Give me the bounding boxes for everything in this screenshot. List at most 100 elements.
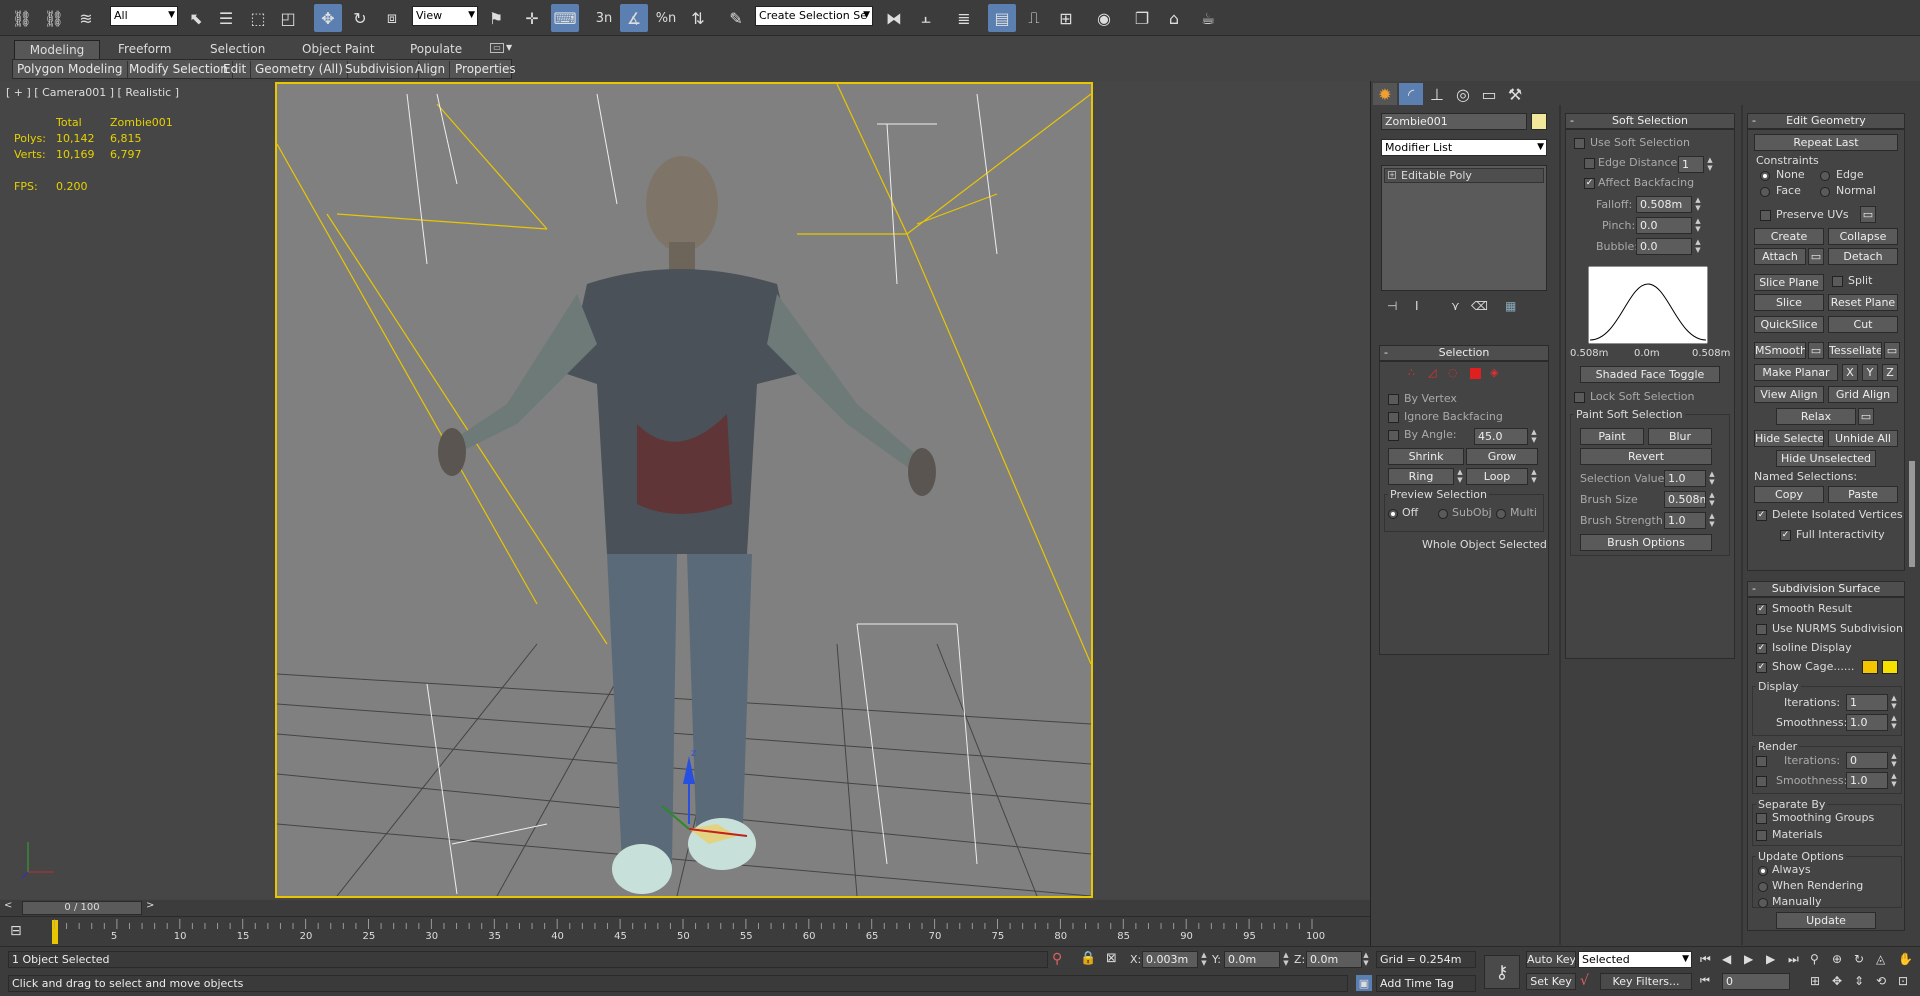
unlink-selection-icon[interactable]: ⛓ — [40, 4, 68, 32]
go-to-start-icon[interactable]: ⏮ — [1700, 952, 1711, 967]
render-iterations-spinner-icon[interactable]: ▲ ▼ — [1890, 752, 1898, 769]
attach-button[interactable]: Attach — [1754, 248, 1806, 265]
pinch-spinner-icon[interactable]: ▲ ▼ — [1694, 217, 1702, 234]
fov-icon[interactable]: ◬ — [1876, 952, 1885, 966]
render-smoothness-field[interactable]: 1.0 — [1846, 772, 1888, 789]
constraint-face-radio[interactable] — [1760, 187, 1770, 197]
preview-multi-radio[interactable] — [1496, 509, 1506, 519]
render-setup-icon[interactable]: ❐ — [1128, 4, 1156, 32]
tab-modeling[interactable]: Modeling — [14, 40, 100, 59]
walk-through-icon[interactable]: ✥ — [1832, 974, 1842, 988]
brush-strength-spinner-icon[interactable]: ▲ ▼ — [1708, 512, 1716, 529]
preserve-uvs-settings-icon[interactable]: ▭ — [1860, 206, 1876, 223]
planar-z-button[interactable]: Z — [1882, 364, 1898, 381]
edge-distance-checkbox[interactable] — [1584, 158, 1595, 169]
ring-spinner-icon[interactable]: ▲ ▼ — [1456, 468, 1464, 485]
z-spinner-icon[interactable]: ▲ ▼ — [1362, 951, 1370, 968]
object-name-field[interactable]: Zombie001 — [1381, 113, 1527, 130]
remove-modifier-icon[interactable]: ⌫ — [1471, 299, 1488, 313]
attach-list-icon[interactable]: ▭ — [1808, 248, 1824, 265]
planar-y-button[interactable]: Y — [1862, 364, 1878, 381]
material-editor-icon[interactable]: ◉ — [1090, 4, 1118, 32]
display-tab-icon[interactable]: ▭ — [1477, 83, 1501, 105]
constraint-normal-radio[interactable] — [1820, 187, 1830, 197]
viewport-label[interactable]: [ + ] [ Camera001 ] [ Realistic ] — [6, 86, 179, 99]
rectangular-selection-icon[interactable]: ⬚ — [244, 4, 272, 32]
auto-key-button[interactable]: Auto Key — [1526, 951, 1576, 968]
angle-spinner-icon[interactable]: ▲ ▼ — [1530, 428, 1538, 445]
preserve-uvs-checkbox[interactable] — [1760, 210, 1771, 221]
reference-coordinate-dropdown[interactable]: View ▼ — [412, 6, 478, 26]
time-tag-icon[interactable]: ▣ — [1356, 975, 1372, 991]
key-curve-icon[interactable]: √ — [1580, 973, 1589, 989]
bubble-spinner-icon[interactable]: ▲ ▼ — [1694, 238, 1702, 255]
motion-tab-icon[interactable]: ◎ — [1451, 83, 1475, 105]
display-iterations-field[interactable]: 1 — [1846, 694, 1888, 711]
soft-selection-rollout-header[interactable]: - Soft Selection — [1565, 113, 1735, 129]
key-mode-dropdown[interactable]: Selected ▼ — [1578, 951, 1692, 968]
render-iterations-field[interactable]: 0 — [1846, 752, 1888, 769]
x-coordinate-field[interactable]: 0.003m — [1142, 951, 1198, 968]
tessellate-settings-icon[interactable]: ▭ — [1884, 342, 1900, 359]
key-mode-toggle-icon[interactable]: ⏮ — [1700, 974, 1710, 988]
view-align-button[interactable]: View Align — [1754, 386, 1824, 403]
pivot-center-icon[interactable]: ⚑ — [482, 4, 510, 32]
brush-options-button[interactable]: Brush Options — [1580, 534, 1712, 551]
ribbon-subdivision[interactable]: Subdivision — [341, 61, 419, 78]
named-selection-set-dropdown[interactable]: Create Selection Se ▼ — [755, 6, 873, 26]
loop-spinner-icon[interactable]: ▲ ▼ — [1530, 468, 1538, 485]
msmooth-button[interactable]: MSmooth — [1754, 342, 1806, 359]
select-by-name-icon[interactable]: ☰ — [212, 4, 240, 32]
hierarchy-tab-icon[interactable]: ⊥ — [1425, 83, 1449, 105]
ribbon-properties[interactable]: Properties — [451, 61, 520, 78]
zoom-icon[interactable]: ⚲ — [1810, 952, 1819, 966]
planar-x-button[interactable]: X — [1842, 364, 1858, 381]
ribbon-align[interactable]: Align — [411, 61, 451, 78]
camera-viewport[interactable]: z — [275, 82, 1093, 898]
shrink-button[interactable]: Shrink — [1388, 448, 1464, 465]
pin-stack-icon[interactable]: ⊣ — [1387, 299, 1397, 313]
utilities-tab-icon[interactable]: ⚒ — [1503, 83, 1527, 105]
modifier-list-dropdown[interactable]: Modifier List ▼ — [1381, 139, 1547, 156]
by-angle-checkbox[interactable] — [1388, 430, 1399, 441]
vertex-icon[interactable]: ∴ — [1408, 366, 1415, 379]
rendered-frame-window-icon[interactable]: ⌂ — [1160, 4, 1188, 32]
selection-value-field[interactable]: 1.0 — [1664, 470, 1706, 487]
ribbon-options-icon[interactable]: ▭ — [490, 43, 504, 53]
schematic-view-icon[interactable]: ⊞ — [1052, 4, 1080, 32]
chevron-left-icon[interactable]: < — [4, 900, 12, 911]
preview-subobj-radio[interactable] — [1438, 509, 1448, 519]
ribbon-edit[interactable]: Edit — [219, 61, 252, 78]
z-coordinate-field[interactable]: 0.0m — [1306, 951, 1362, 968]
constraint-edge-radio[interactable] — [1820, 171, 1830, 181]
slice-plane-button[interactable]: Slice Plane — [1754, 274, 1824, 291]
grid-align-button[interactable]: Grid Align — [1828, 386, 1898, 403]
edit-named-selection-icon[interactable]: ✎ — [722, 4, 750, 32]
previous-frame-icon[interactable]: ◀ — [1722, 952, 1731, 966]
set-key-button[interactable]: Set Key — [1526, 973, 1576, 990]
display-smoothness-field[interactable]: 1.0 — [1846, 714, 1888, 731]
stack-item-editable-poly[interactable]: + Editable Poly — [1384, 168, 1544, 183]
panel-scrollbar[interactable] — [1909, 461, 1915, 567]
chevron-down-icon[interactable]: ▼ — [506, 43, 512, 52]
select-object-icon[interactable]: ⬉ — [182, 4, 210, 32]
loop-button[interactable]: Loop — [1466, 468, 1528, 485]
falloff-spinner-icon[interactable]: ▲ ▼ — [1694, 196, 1702, 213]
hide-unselected-button[interactable]: Hide Unselected — [1776, 450, 1876, 467]
roll-icon[interactable]: ⟲ — [1876, 974, 1886, 988]
selection-filter-dropdown[interactable]: All ▼ — [110, 6, 178, 26]
zoom-all-icon[interactable]: ⊕ — [1832, 952, 1842, 966]
select-and-rotate-icon[interactable]: ↻ — [346, 4, 374, 32]
slice-button[interactable]: Slice — [1754, 294, 1824, 311]
x-spinner-icon[interactable]: ▲ ▼ — [1200, 951, 1208, 968]
quickslice-button[interactable]: QuickSlice — [1754, 316, 1824, 333]
dolly-icon[interactable]: ⇕ — [1854, 974, 1864, 988]
paste-button[interactable]: Paste — [1828, 486, 1898, 503]
cage-color-swatch-2[interactable] — [1882, 660, 1898, 674]
grow-button[interactable]: Grow — [1466, 448, 1538, 465]
y-spinner-icon[interactable]: ▲ ▼ — [1282, 951, 1290, 968]
relax-button[interactable]: Relax — [1776, 408, 1856, 425]
brush-size-spinner-icon[interactable]: ▲ ▼ — [1708, 491, 1716, 508]
element-icon[interactable]: ◈ — [1490, 366, 1498, 379]
current-frame-field[interactable]: 0 — [1722, 973, 1790, 990]
